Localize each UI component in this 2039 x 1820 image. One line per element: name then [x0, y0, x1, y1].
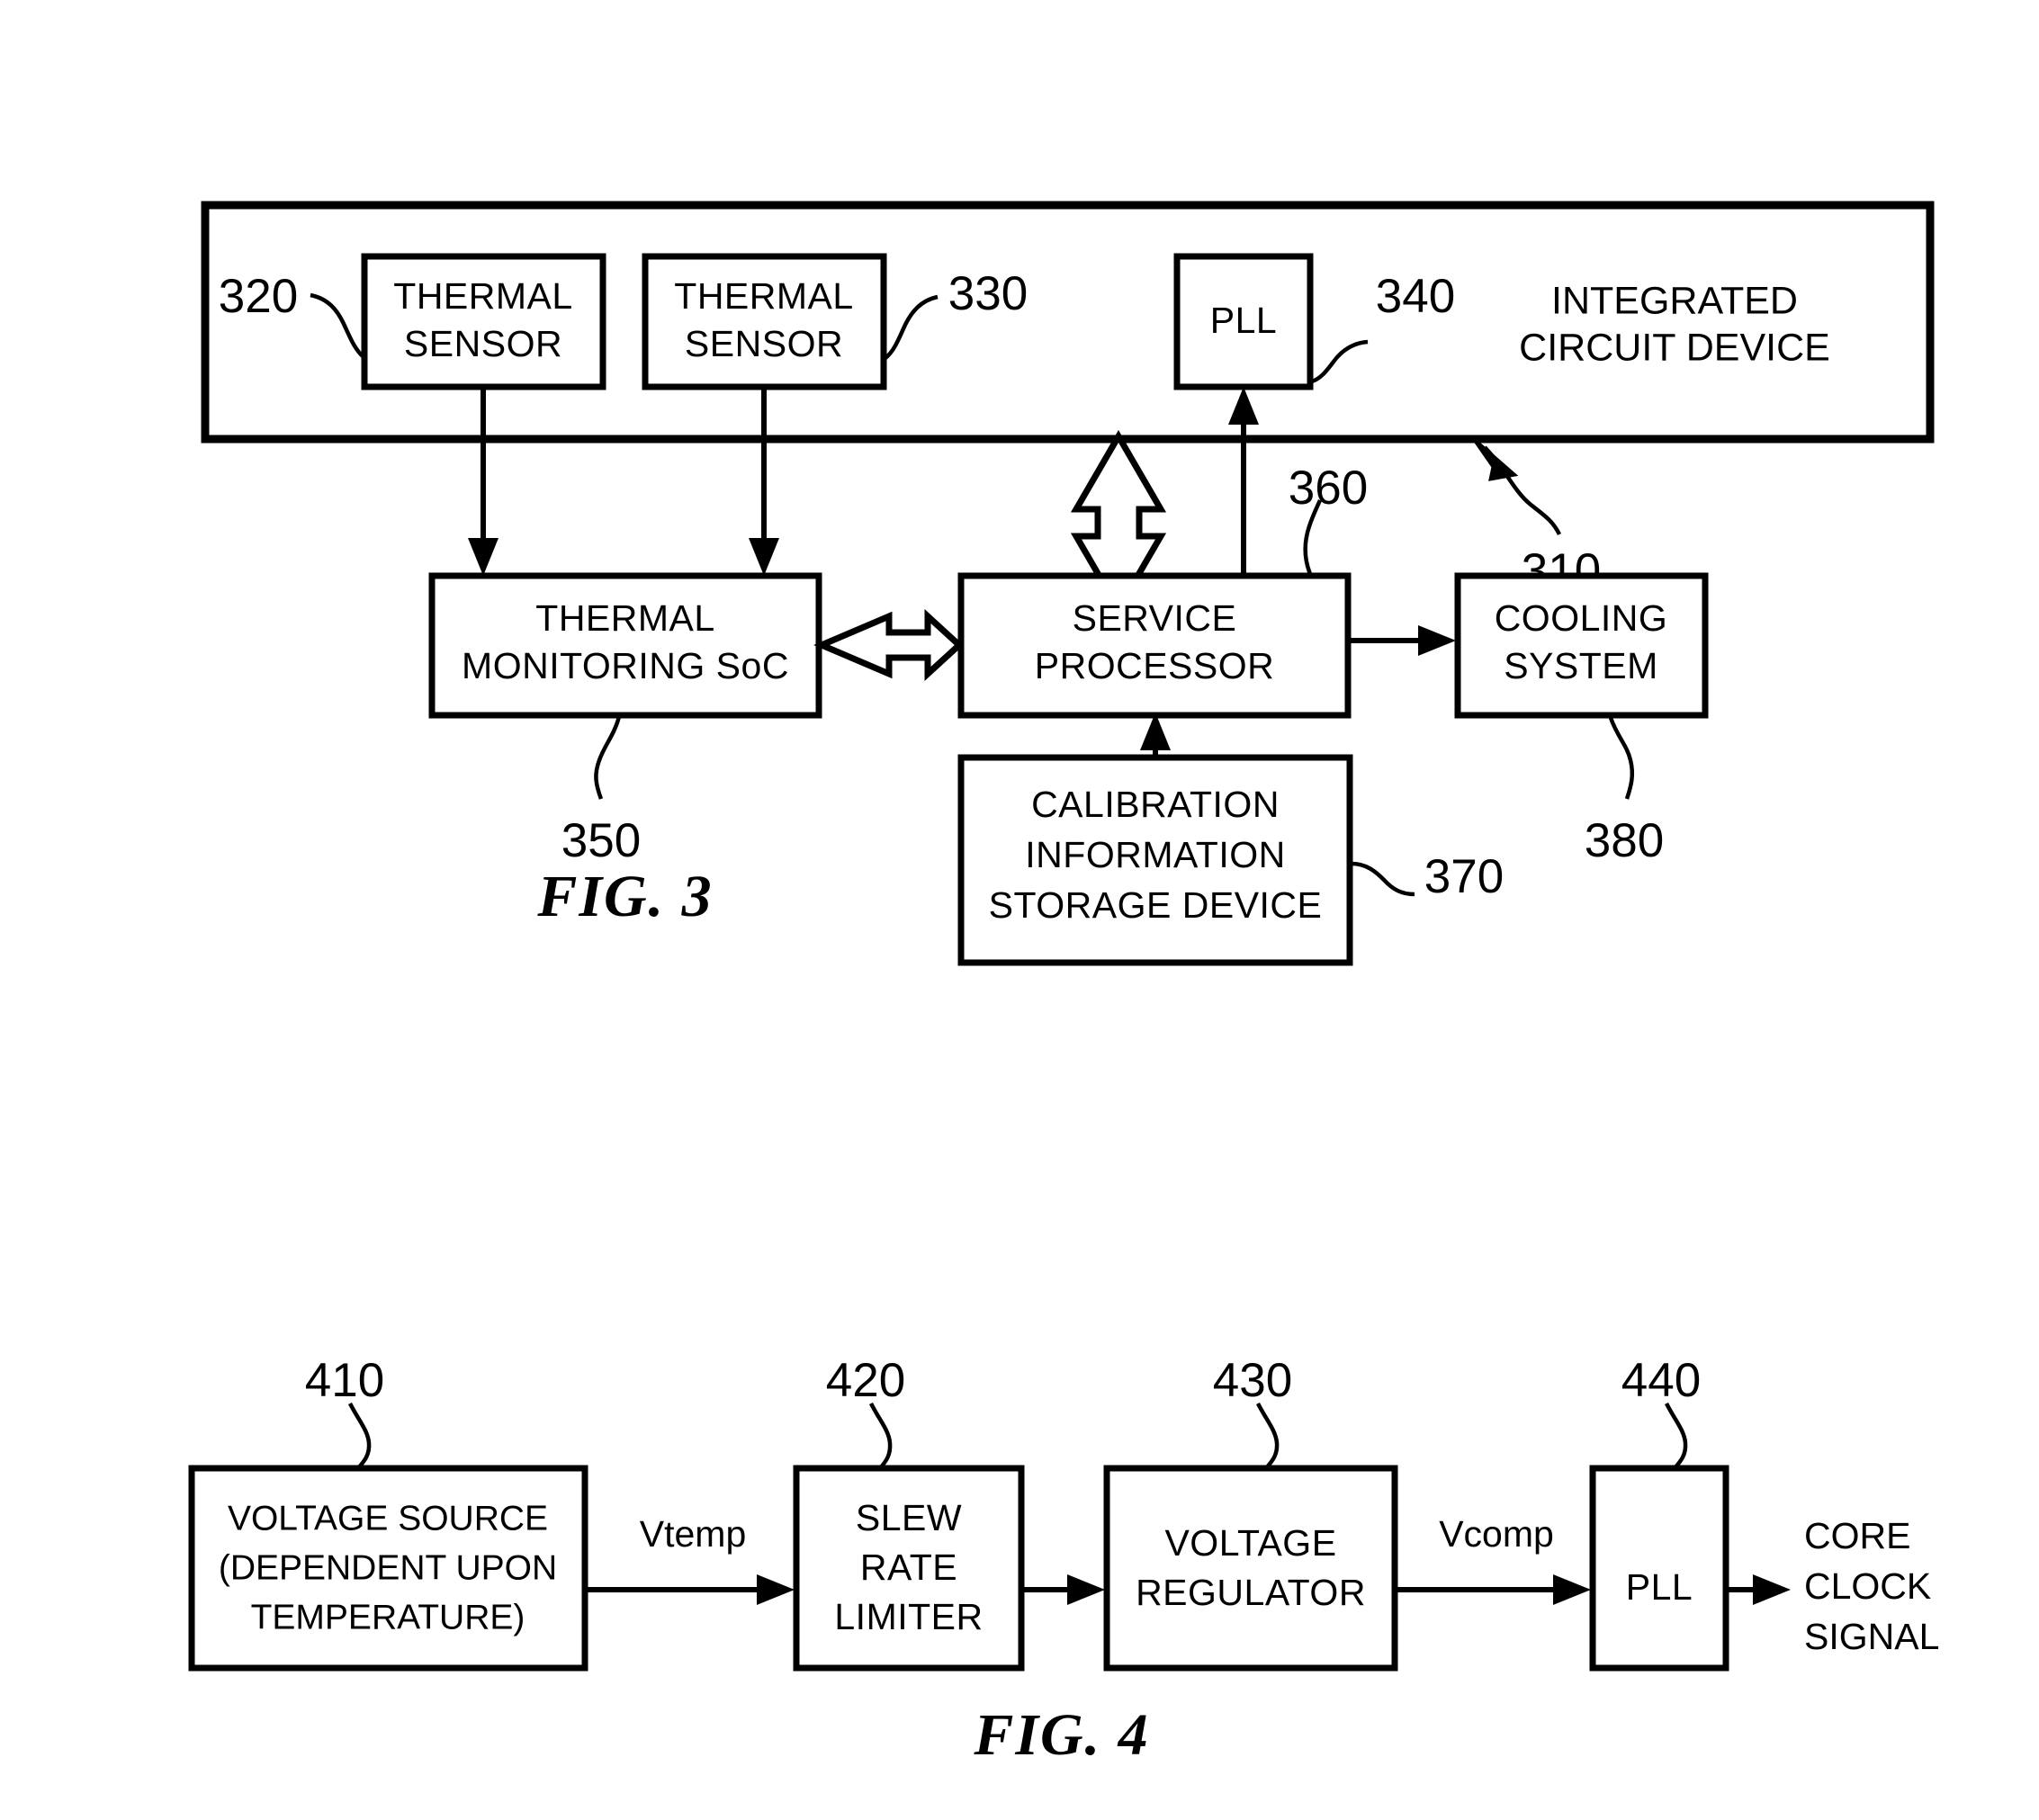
ref-440-label: 440 [1621, 1354, 1701, 1407]
voltage-source-label-line1: VOLTAGE SOURCE [228, 1499, 548, 1538]
ref-430-label: 430 [1213, 1354, 1292, 1407]
pll-to-core-clock-arrowhead [1753, 1574, 1791, 1605]
ref-410-label: 410 [305, 1354, 384, 1407]
ref-310-arrowhead [1470, 435, 1519, 481]
ref-370-label: 370 [1424, 850, 1504, 903]
calibration-storage-label-line1: CALIBRATION [1031, 784, 1280, 825]
ic-device-label-line2: CIRCUIT DEVICE [1519, 326, 1830, 369]
thermal-sensor-2-label-line1: THERMAL [674, 275, 853, 317]
ref-420-label: 420 [826, 1354, 905, 1407]
thermal-monitoring-soc-label-line2: MONITORING SoC [462, 645, 789, 686]
service-processor-label-line1: SERVICE [1073, 597, 1237, 639]
ref-340-leader [1311, 339, 1369, 384]
ref-440-leader [1664, 1402, 1688, 1470]
ref-350-label: 350 [561, 814, 641, 867]
patent-drawing-sheet: INTEGRATED CIRCUIT DEVICE 310 THERMAL SE… [0, 0, 2039, 1820]
vtemp-signal-label: Vtemp [640, 1513, 747, 1555]
ref-370-leader [1351, 861, 1415, 897]
pll-label-fig4: PLL [1626, 1566, 1693, 1608]
ref-410-leader [347, 1402, 372, 1470]
ref-320-label: 320 [219, 270, 298, 323]
core-clock-label-line2: CLOCK [1804, 1565, 1931, 1607]
slew-rate-limiter-label-line3: LIMITER [834, 1596, 983, 1637]
thermal-sensor-1-label-line2: SENSOR [404, 323, 562, 364]
ic-device-label-line1: INTEGRATED [1551, 279, 1798, 322]
ref-430-leader [1255, 1402, 1280, 1470]
thermal-monitoring-soc-label-line1: THERMAL [535, 597, 714, 639]
core-clock-label-line3: SIGNAL [1804, 1616, 1939, 1657]
thermal-sensor-2-label-line2: SENSOR [685, 323, 843, 364]
figure-4-caption: FIG. 4 [973, 1702, 1149, 1768]
pll-label-fig3: PLL [1210, 300, 1277, 341]
slew-rate-limiter-label-line2: RATE [860, 1547, 957, 1588]
sensor2-to-soc-arrowhead [749, 538, 779, 576]
voltage-regulator-box [1103, 1465, 1398, 1672]
slew-rate-limiter-label-line1: SLEW [856, 1497, 962, 1538]
voltage-source-label-line2: (DEPENDENT UPON [219, 1548, 557, 1587]
ref-340-label: 340 [1376, 270, 1455, 323]
vcomp-signal-label: Vcomp [1439, 1513, 1554, 1555]
figure-4: VOLTAGE SOURCE (DEPENDENT UPON TEMPERATU… [188, 1354, 1939, 1768]
cooling-system-label-line1: COOLING [1495, 597, 1668, 639]
vtemp-arrowhead [757, 1574, 795, 1605]
calibration-storage-label-line2: INFORMATION [1025, 834, 1285, 875]
core-clock-label-line1: CORE [1804, 1515, 1910, 1556]
vcomp-arrowhead [1553, 1574, 1591, 1605]
voltage-regulator-label-line2: REGULATOR [1136, 1572, 1366, 1613]
ref-330-leader [884, 294, 939, 360]
cooling-system-label-line2: SYSTEM [1504, 645, 1658, 686]
voltage-source-label-line3: TEMPERATURE) [251, 1598, 525, 1636]
soc-service-processor-bidir-arrow [813, 609, 965, 681]
figure-3: INTEGRATED CIRCUIT DEVICE 310 THERMAL SE… [201, 201, 1935, 966]
ref-360-label: 360 [1289, 462, 1368, 515]
service-processor-label-line2: PROCESSOR [1035, 645, 1275, 686]
slew-to-regulator-arrowhead [1067, 1574, 1105, 1605]
ref-420-leader [868, 1402, 893, 1470]
thermal-sensor-1-label-line1: THERMAL [393, 275, 572, 317]
ref-330-label: 330 [948, 267, 1028, 320]
ref-380-leader [1608, 717, 1635, 800]
calibration-storage-label-line3: STORAGE DEVICE [989, 884, 1323, 926]
figure-3-caption: FIG. 3 [536, 864, 713, 929]
voltage-regulator-label-line1: VOLTAGE [1164, 1522, 1336, 1564]
service-processor-to-cooling-arrowhead [1418, 625, 1456, 656]
ref-380-label: 380 [1585, 814, 1664, 867]
service-processor-to-pll-arrowhead [1228, 387, 1259, 425]
ref-350-leader [594, 716, 622, 800]
ref-320-leader [310, 292, 365, 359]
sensor1-to-soc-arrowhead [468, 538, 499, 576]
figures-canvas: INTEGRATED CIRCUIT DEVICE 310 THERMAL SE… [188, 201, 1939, 1768]
